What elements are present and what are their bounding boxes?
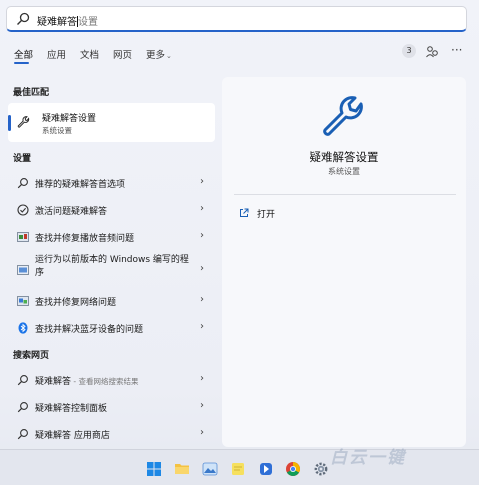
list-item[interactable]: 查找并修复网络问题 › <box>8 288 215 314</box>
search-icon <box>17 178 28 189</box>
list-item[interactable]: 推荐的疑难解答首选项 › <box>8 170 215 196</box>
more-options-button[interactable]: ··· <box>451 43 462 57</box>
best-match-heading: 最佳匹配 <box>13 88 50 98</box>
audio-control-panel-icon <box>17 232 29 242</box>
chevron-right-icon: › <box>200 294 204 305</box>
list-item-label: 疑难解答 应用商店 <box>35 431 110 441</box>
web-query-suffix: - 查看网络搜索结果 <box>71 377 139 386</box>
bluetooth-icon <box>18 322 28 334</box>
search-suggestion-text: 设置 <box>78 17 98 28</box>
search-box[interactable]: 疑难解答设置 <box>6 6 467 32</box>
people-icon[interactable] <box>425 45 439 59</box>
wrench-icon <box>17 116 30 128</box>
photos-icon[interactable] <box>202 461 218 477</box>
preview-title: 疑难解答设置 <box>309 150 379 164</box>
sticky-notes-icon[interactable] <box>230 461 246 477</box>
chevron-right-icon: › <box>200 427 204 438</box>
active-tab-indicator <box>14 62 29 64</box>
open-button[interactable]: 打开 <box>257 207 275 220</box>
list-item[interactable]: 疑难解答控制面板 › <box>8 394 215 420</box>
web-query-text: 疑难解答 <box>35 377 72 387</box>
list-item-label: 运行为以前版本的 Windows 编写的程序 <box>35 255 189 278</box>
list-item[interactable]: 疑难解答 应用商店 › <box>8 421 215 447</box>
chevron-right-icon: › <box>200 263 204 274</box>
tab-documents[interactable]: 文档 <box>80 47 99 61</box>
list-item-label: 查找并解决蓝牙设备的问题 <box>35 325 144 335</box>
chevron-right-icon: › <box>200 373 204 384</box>
list-item-label: 查找并修复网络问题 <box>35 298 117 308</box>
settings-gear-icon[interactable] <box>313 461 329 477</box>
compatibility-icon <box>17 265 29 275</box>
search-typed-text: 疑难解答 <box>37 17 77 28</box>
search-input[interactable]: 疑难解答设置 <box>37 13 98 28</box>
wrench-icon <box>323 96 363 136</box>
preview-pane: 疑难解答设置 系统设置 打开 <box>222 77 466 447</box>
windows-start-icon[interactable] <box>146 461 162 477</box>
chrome-icon[interactable] <box>285 461 301 477</box>
list-item-label: 疑难解答 - 查看网络搜索结果 <box>35 374 139 387</box>
list-item[interactable]: 查找并解决蓝牙设备的问题 › <box>8 315 215 341</box>
rewards-badge[interactable]: 3 <box>402 44 416 58</box>
network-control-panel-icon <box>17 296 29 306</box>
chevron-right-icon: › <box>200 176 204 187</box>
check-circle-icon <box>17 204 29 216</box>
selection-indicator <box>8 115 11 131</box>
best-match-item[interactable]: 疑难解答设置 系统设置 <box>8 103 215 142</box>
tab-all[interactable]: 全部 <box>14 47 33 61</box>
list-item[interactable]: 查找并修复播放音频问题 › <box>8 224 215 250</box>
search-icon <box>17 429 28 440</box>
search-icon <box>17 375 28 386</box>
divider <box>234 194 456 195</box>
app-icon[interactable] <box>258 461 274 477</box>
chevron-right-icon: › <box>200 321 204 332</box>
file-explorer-icon[interactable] <box>174 461 190 477</box>
chevron-right-icon: › <box>200 203 204 214</box>
tab-web[interactable]: 网页 <box>113 47 132 61</box>
list-item[interactable]: 疑难解答 - 查看网络搜索结果 › <box>8 367 215 393</box>
search-icon <box>17 12 30 25</box>
preview-subtitle: 系统设置 <box>328 167 360 176</box>
list-item-label: 推荐的疑难解答首选项 <box>35 180 126 190</box>
list-item-label: 激活问题疑难解答 <box>35 207 108 217</box>
chevron-right-icon: › <box>200 230 204 241</box>
list-item-label: 查找并修复播放音频问题 <box>35 234 135 244</box>
list-item[interactable]: 激活问题疑难解答 › <box>8 197 215 223</box>
tab-more[interactable]: 更多⌄ <box>146 47 172 61</box>
taskbar <box>0 449 479 485</box>
best-match-title: 疑难解答设置 <box>42 114 97 124</box>
list-item[interactable]: 运行为以前版本的 Windows 编写的程序 › <box>8 252 215 288</box>
list-item-label: 疑难解答控制面板 <box>35 404 108 414</box>
chevron-right-icon: › <box>200 400 204 411</box>
tab-apps[interactable]: 应用 <box>47 47 66 61</box>
best-match-subtitle: 系统设置 <box>42 126 72 135</box>
settings-heading: 设置 <box>13 154 32 164</box>
tab-more-label: 更多 <box>146 50 166 61</box>
open-external-icon[interactable] <box>239 208 249 218</box>
search-icon <box>17 402 28 413</box>
watermark: 白云一键 <box>330 448 406 468</box>
search-web-heading: 搜索网页 <box>13 351 50 361</box>
chevron-down-icon: ⌄ <box>166 52 172 60</box>
